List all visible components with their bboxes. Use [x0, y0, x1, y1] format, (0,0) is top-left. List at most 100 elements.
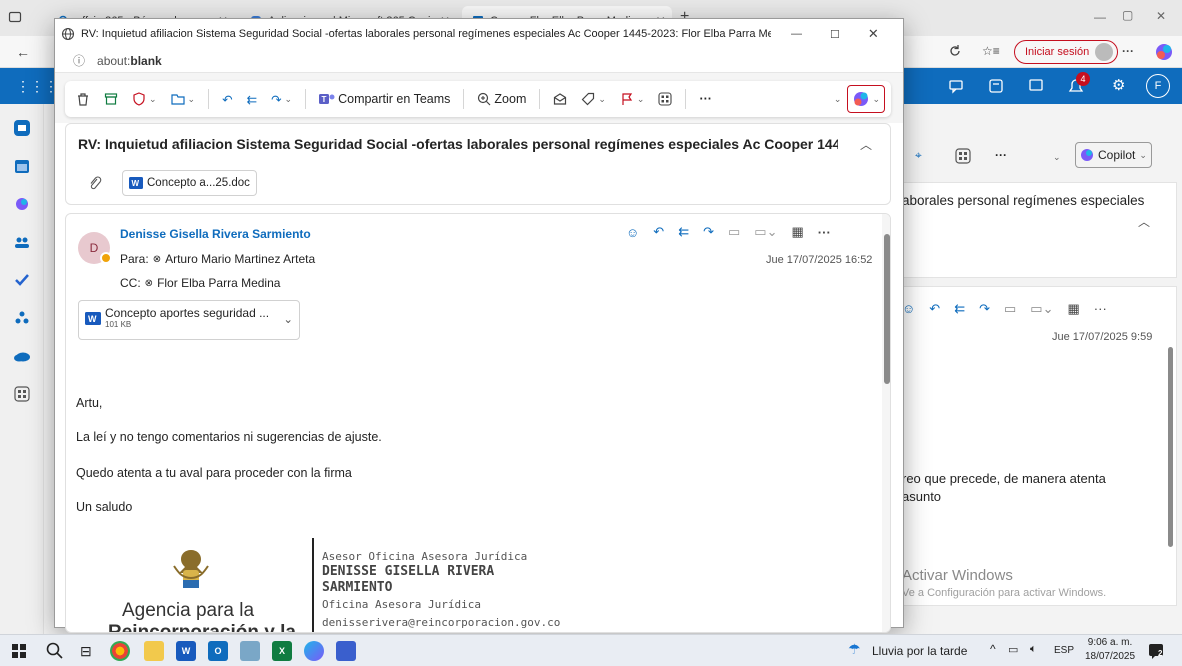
chevron-down-icon[interactable]: ⌄: [834, 94, 842, 105]
dropdown-icon[interactable]: ▭⌄: [754, 224, 777, 240]
more-menu-button[interactable]: ···: [1122, 44, 1134, 58]
todo-app-icon[interactable]: [12, 270, 32, 290]
battery-icon[interactable]: ▭: [1008, 643, 1018, 656]
forward-icon[interactable]: ↷: [703, 224, 714, 240]
signature-email[interactable]: denisserivera@reincorporacion.gov.co: [322, 616, 560, 629]
weather-icon: ☂: [848, 641, 861, 657]
copilot-button[interactable]: Copilot ⌄: [1075, 142, 1152, 168]
close-window-button[interactable]: ✕: [1156, 9, 1166, 23]
search-icon[interactable]: [46, 642, 64, 660]
meeting-icon[interactable]: ▭: [728, 224, 740, 240]
edge-icon[interactable]: [304, 641, 324, 661]
mark-read-button[interactable]: [548, 85, 572, 113]
close-button[interactable]: ✕: [868, 26, 879, 42]
apps-button[interactable]: [653, 85, 677, 113]
attachment-chip[interactable]: W Concepto a...25.doc: [122, 170, 257, 196]
reply-all-icon[interactable]: ⇇: [678, 224, 689, 240]
avatar[interactable]: F: [1146, 74, 1170, 98]
attachment-card[interactable]: W Concepto aportes seguridad ... 101 KB …: [78, 300, 300, 340]
to-recipient[interactable]: Arturo Mario Martinez Arteta: [165, 252, 315, 266]
more-apps-icon[interactable]: [12, 384, 32, 404]
forward-icon[interactable]: ↷: [979, 301, 990, 317]
favorites-icon[interactable]: ☆≡: [982, 44, 1000, 58]
teams-icon[interactable]: [988, 78, 1004, 94]
clock-date[interactable]: 18/07/2025: [1084, 651, 1136, 662]
reply-all-icon[interactable]: ⇇: [954, 301, 965, 317]
reply-icon[interactable]: ↶: [653, 224, 664, 240]
copilot-button[interactable]: ⌄: [847, 85, 885, 113]
weather-text[interactable]: Lluvia por la tarde: [872, 644, 967, 658]
categorize-button[interactable]: ⌄: [576, 85, 611, 113]
volume-icon[interactable]: 🔈︎: [1030, 643, 1037, 656]
restore-button[interactable]: ▢: [1122, 8, 1133, 22]
apps-icon[interactable]: [955, 148, 971, 164]
pin-icon[interactable]: ⌖: [915, 148, 922, 163]
collapse-icon[interactable]: ︿: [860, 136, 872, 153]
move-button[interactable]: ⌄: [166, 85, 201, 113]
signature-name-line2: SARMIENTO: [322, 580, 393, 595]
collapse-icon[interactable]: ︿: [1138, 213, 1150, 230]
feedback-icon[interactable]: [1028, 78, 1044, 94]
reply-icon[interactable]: ↶: [929, 301, 940, 317]
file-explorer-icon[interactable]: [144, 641, 164, 661]
dropdown-icon[interactable]: ▭⌄: [1030, 301, 1053, 317]
meeting-icon[interactable]: ▭: [1004, 301, 1016, 317]
mail-app-icon[interactable]: [12, 118, 32, 138]
delete-button[interactable]: [71, 85, 95, 113]
refresh-icon[interactable]: [948, 44, 962, 58]
word-icon[interactable]: W: [176, 641, 196, 661]
more-actions-button[interactable]: ···: [995, 148, 1007, 162]
copilot-app-icon[interactable]: [12, 194, 32, 214]
sign-in-button[interactable]: Iniciar sesión: [1014, 40, 1119, 64]
chrome-icon[interactable]: [110, 641, 130, 661]
report-button[interactable]: ⌄: [127, 85, 162, 113]
sender-name[interactable]: Denisse Gisella Rivera Sarmiento: [120, 227, 311, 241]
forward-button[interactable]: ↷ ⌄: [266, 85, 297, 113]
more-icon[interactable]: ···: [818, 225, 831, 240]
tab-actions-icon[interactable]: [8, 10, 22, 24]
emoji-icon[interactable]: ☺: [626, 225, 639, 240]
share-teams-button[interactable]: T Compartir en Teams: [314, 85, 455, 113]
minimize-button[interactable]: —: [1094, 10, 1106, 24]
language-indicator[interactable]: ESP: [1054, 645, 1074, 656]
apps-icon[interactable]: ▦: [791, 224, 803, 240]
reply-all-button[interactable]: ⇇: [242, 85, 262, 113]
groups-app-icon[interactable]: [12, 308, 32, 328]
folder-move-icon: [170, 94, 185, 105]
chevron-down-icon: ⌄: [598, 93, 606, 104]
chevron-down-icon[interactable]: ⌄: [283, 312, 293, 326]
maximize-button[interactable]: ☐: [830, 28, 840, 41]
cc-recipient[interactable]: Flor Elba Parra Medina: [157, 276, 280, 290]
chat-icon[interactable]: [948, 78, 964, 94]
copilot-icon[interactable]: [1154, 42, 1174, 62]
zoom-button[interactable]: Zoom: [472, 85, 531, 113]
apps-icon[interactable]: ▦: [1067, 301, 1079, 317]
flag-button[interactable]: ⌄: [615, 85, 650, 113]
reply-button[interactable]: ↶: [217, 85, 237, 113]
more-icon[interactable]: ···: [1094, 301, 1107, 317]
calendar-app-icon[interactable]: [12, 156, 32, 176]
tray-chevron-icon[interactable]: ^: [990, 642, 996, 656]
chevron-down-icon[interactable]: ⌄: [1053, 152, 1061, 163]
archive-button[interactable]: [99, 85, 123, 113]
scrollbar-thumb[interactable]: [884, 234, 890, 384]
notifications-icon[interactable]: [1148, 642, 1166, 660]
more-actions-button[interactable]: ···: [694, 85, 717, 113]
onedrive-app-icon[interactable]: [12, 346, 32, 366]
app-rail: [0, 104, 44, 634]
m365-app-icon[interactable]: [336, 641, 356, 661]
clock-time[interactable]: 9:06 a. m.: [1086, 637, 1134, 648]
windows-start-icon[interactable]: [12, 644, 26, 658]
outlook-icon[interactable]: O: [208, 641, 228, 661]
minimize-button[interactable]: —: [791, 28, 802, 40]
scrollbar[interactable]: [1168, 347, 1173, 547]
signature-office: Oficina Asesora Jurídica: [322, 598, 481, 611]
app-icon[interactable]: [240, 641, 260, 661]
excel-icon[interactable]: X: [272, 641, 292, 661]
back-icon[interactable]: ←: [16, 44, 30, 60]
settings-icon[interactable]: ⚙: [1112, 78, 1125, 93]
app-launcher-icon[interactable]: ⋮⋮⋮: [16, 78, 58, 95]
info-icon[interactable]: ⓘ: [73, 52, 85, 69]
task-view-icon[interactable]: ⊟: [80, 643, 92, 660]
people-app-icon[interactable]: [12, 232, 32, 252]
